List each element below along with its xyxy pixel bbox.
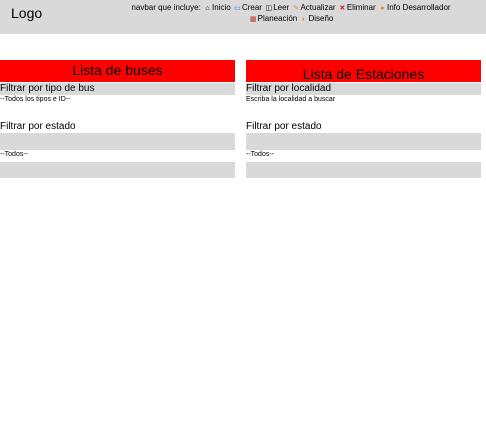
nav-label: Leer bbox=[273, 3, 290, 12]
nav-item-actualizar[interactable]: ✎ Actualizar bbox=[291, 3, 336, 12]
nav-links: navbar que incluye: ⌂ Inicio ▭Crear ◫Leer… bbox=[96, 3, 486, 25]
filter-type-header: Filtrar por tipo de bus bbox=[0, 83, 235, 95]
nav-item-inicio[interactable]: ⌂ Inicio bbox=[203, 3, 231, 12]
person-icon: ● bbox=[380, 5, 385, 12]
bus-state-select[interactable]: --Todos-- bbox=[0, 150, 235, 160]
bus-list-area bbox=[0, 162, 235, 178]
nav-label: Planeación bbox=[257, 14, 298, 23]
navbar: Logo navbar que incluye: ⌂ Inicio ▭Crear … bbox=[0, 0, 486, 34]
nav-label: Crear bbox=[241, 3, 262, 12]
nav-item-leer[interactable]: ◫Leer bbox=[264, 3, 289, 12]
nav-label: Info Desarrollador bbox=[386, 3, 451, 12]
nav-label: Diseño bbox=[308, 14, 334, 23]
stations-title: Lista de Estaciones bbox=[246, 60, 481, 82]
cross-icon: ✕ bbox=[339, 5, 346, 12]
station-list-area bbox=[246, 162, 481, 178]
filter-state-box: Filtrar por estado bbox=[246, 121, 481, 150]
buses-title: Lista de buses bbox=[0, 60, 235, 82]
nav-item-eliminar[interactable]: ✕ Eliminar bbox=[338, 3, 376, 12]
station-state-select[interactable]: --Todos-- bbox=[246, 150, 481, 160]
house-icon: ⌂ bbox=[205, 5, 210, 12]
nav-prefix: navbar que incluye: bbox=[131, 3, 201, 12]
filter-location-label: Filtrar por localidad bbox=[246, 83, 332, 94]
book-icon: ◫ bbox=[265, 5, 273, 12]
calendar-icon: ▦ bbox=[249, 16, 257, 23]
stations-panel: Lista de Estaciones Filtrar por localida… bbox=[246, 60, 481, 178]
computer-icon: ▭ bbox=[234, 5, 241, 12]
filter-state-label: Filtrar por estado bbox=[246, 121, 481, 133]
logo: Logo bbox=[11, 5, 43, 21]
nav-label: Inicio bbox=[212, 3, 231, 12]
nav-item-crear[interactable]: ▭Crear bbox=[233, 3, 262, 12]
filter-state-label: Filtrar por estado bbox=[0, 121, 235, 133]
nav-label: Eliminar bbox=[346, 3, 376, 12]
location-search-input[interactable]: Escriba la localidad a buscar bbox=[246, 95, 481, 105]
filter-type-label: Filtrar por tipo de bus bbox=[0, 83, 95, 94]
filter-state-box: Filtrar por estado bbox=[0, 121, 235, 150]
nav-item-diseno[interactable]: ◐ Diseño bbox=[299, 14, 334, 23]
filter-location-header: Filtrar por localidad bbox=[246, 83, 481, 95]
nav-item-planeacion[interactable]: ▦Planeación bbox=[249, 14, 298, 23]
bus-type-select[interactable]: --Todos los tipos e ID-- bbox=[0, 95, 235, 105]
nav-label: Actualizar bbox=[300, 3, 336, 12]
nav-item-info-desarrollador[interactable]: ● Info Desarrollador bbox=[378, 3, 451, 12]
buses-panel: Lista de buses Filtrar por tipo de bus -… bbox=[0, 60, 235, 178]
